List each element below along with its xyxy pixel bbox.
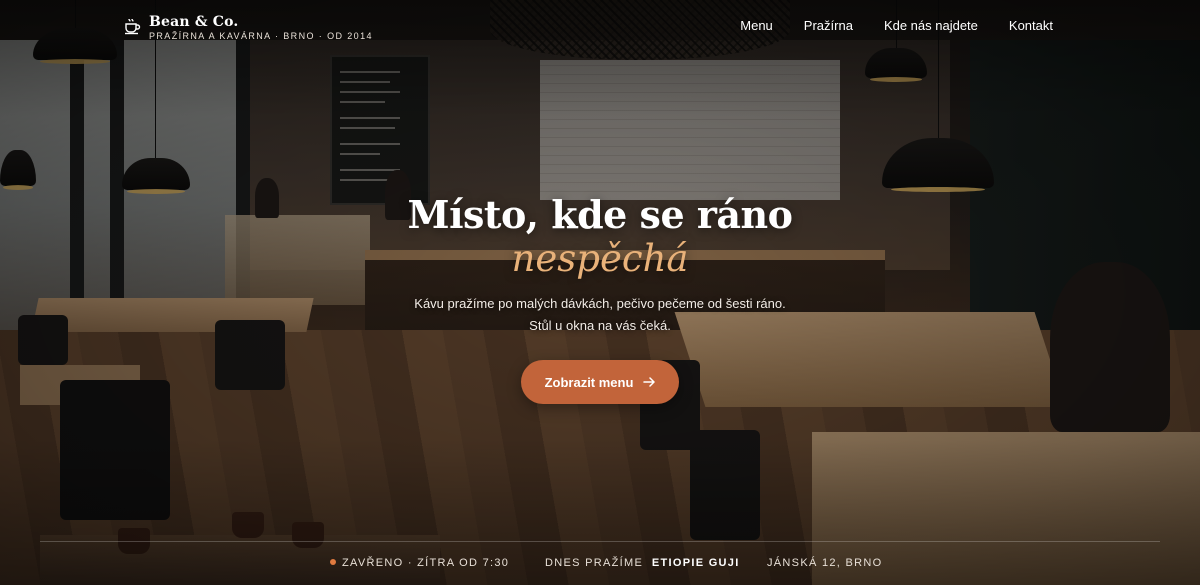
- brand-logo[interactable]: Bean & Co. PRAŽÍRNA A KAVÁRNA · BRNO · O…: [123, 14, 373, 41]
- arrow-right-icon: [643, 377, 656, 387]
- opening-status-text: ZAVŘENO · ZÍTRA OD 7:30: [342, 557, 510, 569]
- coffee-cup-icon: [125, 18, 141, 35]
- nav-item-roastery[interactable]: Pražírna: [804, 18, 853, 33]
- hero-subtitle: Kávu pražíme po malých dávkách, pečivo p…: [0, 293, 1200, 337]
- main-nav: Menu Pražírna Kde nás najdete Kontakt: [740, 18, 1053, 33]
- roasting-today-label: DNES PRAŽÍME: [545, 557, 644, 569]
- info-bar: ZAVŘENO · ZÍTRA OD 7:30 DNES PRAŽÍME ETI…: [40, 541, 1160, 581]
- hero-subtitle-line-1: Kávu pražíme po malých dávkách, pečivo p…: [414, 296, 786, 311]
- nav-item-contact[interactable]: Kontakt: [1009, 18, 1053, 33]
- hero-title: Místo, kde se ráno: [407, 192, 793, 237]
- opening-status: ZAVŘENO · ZÍTRA OD 7:30: [330, 557, 509, 569]
- roasting-today-value: ETIOPIE GUJI: [651, 557, 740, 569]
- show-menu-button-label: Zobrazit menu: [544, 374, 634, 390]
- hero-subtitle-line-2: Stůl u okna na vás čeká.: [529, 318, 671, 333]
- show-menu-button[interactable]: Zobrazit menu: [521, 360, 679, 404]
- nav-item-location[interactable]: Kde nás najdete: [884, 18, 978, 33]
- roasting-today: DNES PRAŽÍME ETIOPIE GUJI: [545, 557, 740, 569]
- address: JÁNSKÁ 12, BRNO: [767, 557, 883, 569]
- brand-tagline: PRAŽÍRNA A KAVÁRNA · BRNO · OD 2014: [149, 31, 373, 41]
- hero-title-accent: nespěchá: [511, 237, 689, 280]
- brand-name: Bean & Co.: [149, 14, 239, 30]
- hero-section: Místo, kde se ráno nespěchá Kávu pražíme…: [0, 193, 1200, 337]
- status-dot-icon: [330, 559, 336, 565]
- nav-item-menu[interactable]: Menu: [740, 18, 773, 33]
